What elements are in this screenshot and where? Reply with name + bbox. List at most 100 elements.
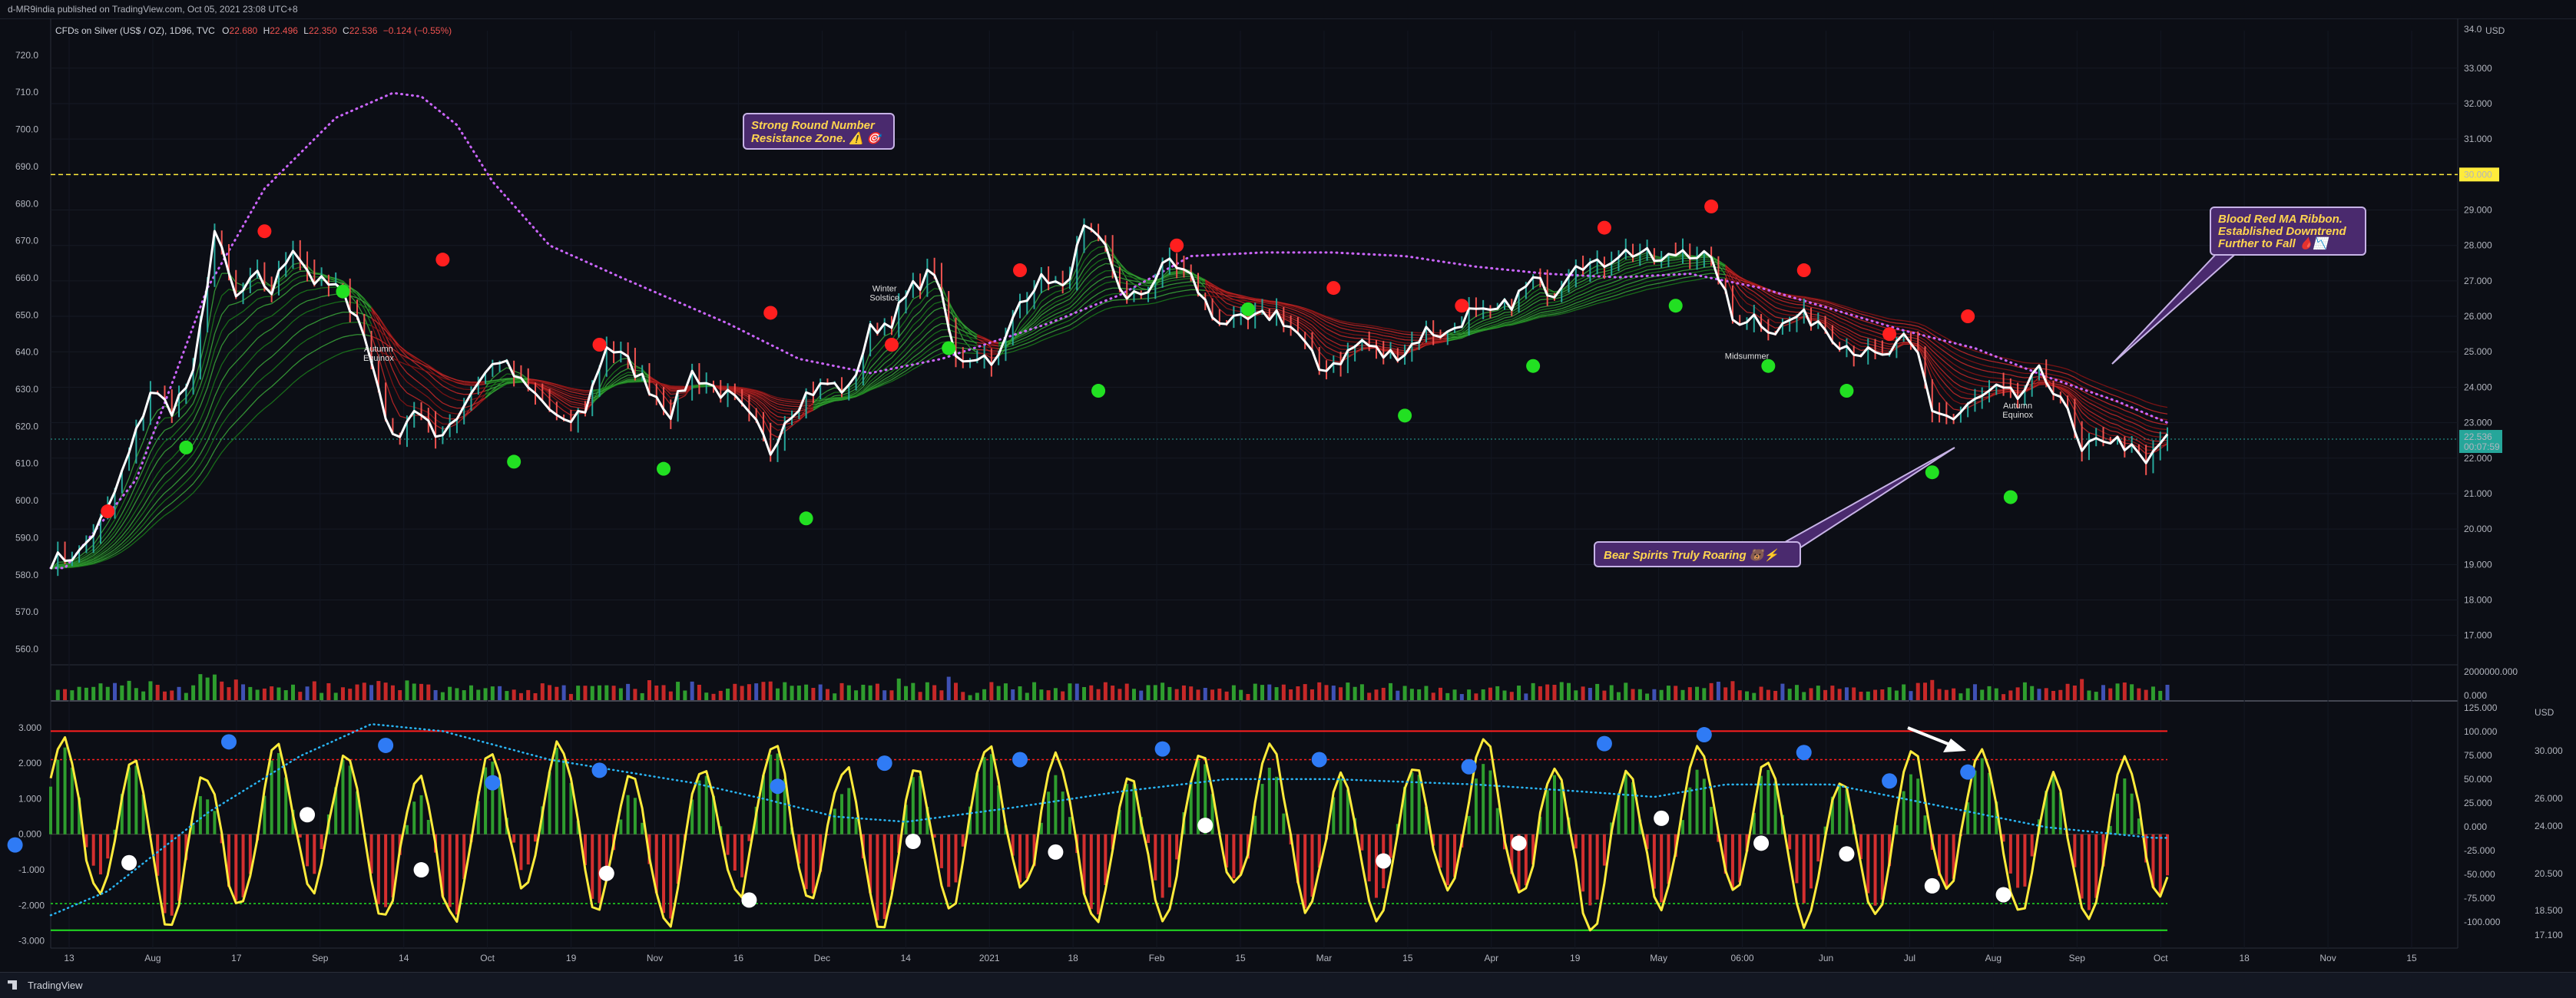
time-axis-label[interactable]: Jul bbox=[1904, 953, 1915, 963]
sell-marker[interactable] bbox=[1797, 263, 1811, 277]
buy-marker[interactable] bbox=[179, 441, 193, 454]
time-axis-label[interactable]: 06:00 bbox=[1731, 953, 1754, 963]
osc-blue-dot[interactable] bbox=[1697, 727, 1712, 742]
time-axis-label[interactable]: Aug bbox=[144, 953, 161, 963]
osc-blue-dot[interactable] bbox=[485, 775, 500, 791]
buy-marker[interactable] bbox=[942, 342, 955, 355]
osc-white-dot[interactable] bbox=[300, 807, 315, 822]
buy-marker[interactable] bbox=[800, 511, 813, 525]
tradingview-logo[interactable]: TradingView bbox=[8, 980, 83, 991]
osc-white-dot[interactable] bbox=[414, 862, 429, 877]
buy-marker[interactable] bbox=[1526, 359, 1540, 373]
time-axis-label[interactable]: Jun bbox=[1819, 953, 1833, 963]
time-axis-label[interactable]: Feb bbox=[1149, 953, 1165, 963]
buy-marker[interactable] bbox=[1669, 299, 1683, 312]
osc-blue-dot[interactable] bbox=[770, 778, 786, 794]
time-axis-label[interactable]: Nov bbox=[647, 953, 663, 963]
legend-row[interactable]: CFDs on Silver (US$ / OZ), 1D96, TVC O22… bbox=[55, 25, 452, 36]
time-axis-label[interactable]: Apr bbox=[1484, 953, 1498, 963]
osc-white-dot[interactable] bbox=[599, 866, 614, 881]
ribbon-segment bbox=[1048, 335, 1055, 338]
buy-marker[interactable] bbox=[1091, 384, 1105, 398]
ribbon-segment bbox=[1882, 345, 1889, 346]
osc-white-dot[interactable] bbox=[121, 855, 137, 871]
time-axis-label[interactable]: 14 bbox=[399, 953, 409, 963]
osc-white-dot[interactable] bbox=[1048, 844, 1063, 860]
osc-blue-dot[interactable] bbox=[221, 734, 237, 749]
buy-marker[interactable] bbox=[657, 462, 670, 476]
sell-marker[interactable] bbox=[1961, 309, 1975, 323]
buy-marker[interactable] bbox=[1839, 384, 1853, 398]
osc-white-dot[interactable] bbox=[1376, 853, 1391, 868]
osc-blue-dot[interactable] bbox=[1012, 752, 1028, 767]
time-axis-label[interactable]: 13 bbox=[64, 953, 74, 963]
annotation-ma-ribbon[interactable]: Blood Red MA Ribbon. Established Downtre… bbox=[2112, 207, 2366, 364]
time-axis-label[interactable]: 18 bbox=[1068, 953, 1078, 963]
sell-marker[interactable] bbox=[101, 504, 114, 518]
buy-marker[interactable] bbox=[1241, 302, 1255, 316]
osc-white-dot[interactable] bbox=[1197, 818, 1213, 833]
buy-marker[interactable] bbox=[2004, 491, 2018, 504]
ribbon-segment bbox=[935, 353, 942, 356]
buy-marker[interactable] bbox=[507, 454, 521, 468]
sell-marker[interactable] bbox=[257, 224, 271, 238]
oscillator-line[interactable] bbox=[51, 737, 2167, 930]
osc-blue-dot[interactable] bbox=[1155, 742, 1170, 757]
time-axis-label[interactable]: 15 bbox=[1235, 953, 1246, 963]
osc-blue-dot[interactable] bbox=[1960, 765, 1975, 780]
osc-white-dot[interactable] bbox=[906, 834, 921, 849]
time-axis-label[interactable]: Dec bbox=[814, 953, 830, 963]
osc-white-dot[interactable] bbox=[1925, 878, 1940, 894]
osc-blue-dot[interactable] bbox=[1462, 759, 1477, 775]
sell-marker[interactable] bbox=[763, 306, 777, 319]
sell-marker[interactable] bbox=[1013, 263, 1027, 277]
sell-marker[interactable] bbox=[1598, 221, 1611, 235]
osc-white-dot[interactable] bbox=[1839, 846, 1854, 861]
annotation-bear-spirits[interactable]: Bear Spirits Truly Roaring 🐻⚡ bbox=[1594, 448, 1955, 567]
sell-marker[interactable] bbox=[593, 338, 607, 352]
time-axis-label[interactable]: Sep bbox=[2069, 953, 2086, 963]
time-axis-label[interactable]: May bbox=[1650, 953, 1667, 963]
osc-white-dot[interactable] bbox=[741, 892, 757, 907]
osc-blue-dot[interactable] bbox=[1312, 752, 1327, 767]
osc-blue-dot[interactable] bbox=[592, 762, 608, 778]
sell-marker[interactable] bbox=[1170, 239, 1184, 253]
osc-blue-dot[interactable] bbox=[1796, 745, 1812, 760]
osc-blue-dot[interactable] bbox=[378, 738, 393, 753]
annotation-resistance[interactable]: Strong Round Number Resistance Zone. ⚠️ … bbox=[743, 114, 894, 149]
volume-bar bbox=[1588, 688, 1592, 700]
tradingview-chart[interactable]: AutumnEquinoxWinterSolsticeMidsummerAutu… bbox=[0, 0, 2576, 972]
time-axis-label[interactable]: 18 bbox=[2239, 953, 2250, 963]
buy-marker[interactable] bbox=[1398, 408, 1412, 422]
ribbon-segment bbox=[1091, 281, 1098, 286]
time-axis-label[interactable]: 17 bbox=[231, 953, 242, 963]
osc-white-dot[interactable] bbox=[1753, 835, 1769, 851]
osc-blue-dot[interactable] bbox=[877, 755, 892, 771]
time-axis-label[interactable]: Mar bbox=[1316, 953, 1333, 963]
osc-blue-dot[interactable] bbox=[1882, 773, 1897, 788]
time-axis-label[interactable]: Sep bbox=[312, 953, 329, 963]
time-axis-label[interactable]: Oct bbox=[2154, 953, 2168, 963]
time-axis-label[interactable]: 16 bbox=[733, 953, 744, 963]
time-axis-label[interactable]: 15 bbox=[1402, 953, 1413, 963]
sell-marker[interactable] bbox=[435, 253, 449, 266]
osc-blue-dot[interactable] bbox=[1597, 736, 1612, 752]
sell-marker[interactable] bbox=[1704, 200, 1718, 213]
osc-white-dot[interactable] bbox=[1996, 887, 2011, 902]
time-axis-label[interactable]: 15 bbox=[2406, 953, 2417, 963]
time-axis-label[interactable]: 2021 bbox=[979, 953, 1000, 963]
osc-white-dot[interactable] bbox=[1511, 835, 1527, 851]
buy-marker[interactable] bbox=[336, 285, 349, 299]
osc-white-dot[interactable] bbox=[1654, 811, 1669, 826]
time-axis-label[interactable]: Nov bbox=[2319, 953, 2336, 963]
time-axis-label[interactable]: 19 bbox=[1570, 953, 1581, 963]
buy-marker[interactable] bbox=[1925, 465, 1939, 479]
sell-marker[interactable] bbox=[1882, 327, 1896, 341]
time-axis-label[interactable]: Aug bbox=[1985, 953, 2002, 963]
sell-marker[interactable] bbox=[885, 338, 899, 352]
time-axis-label[interactable]: 19 bbox=[566, 953, 577, 963]
time-axis-label[interactable]: 14 bbox=[901, 953, 912, 963]
sell-marker[interactable] bbox=[1455, 299, 1468, 312]
time-axis-label[interactable]: Oct bbox=[480, 953, 495, 963]
sell-marker[interactable] bbox=[1326, 281, 1340, 295]
